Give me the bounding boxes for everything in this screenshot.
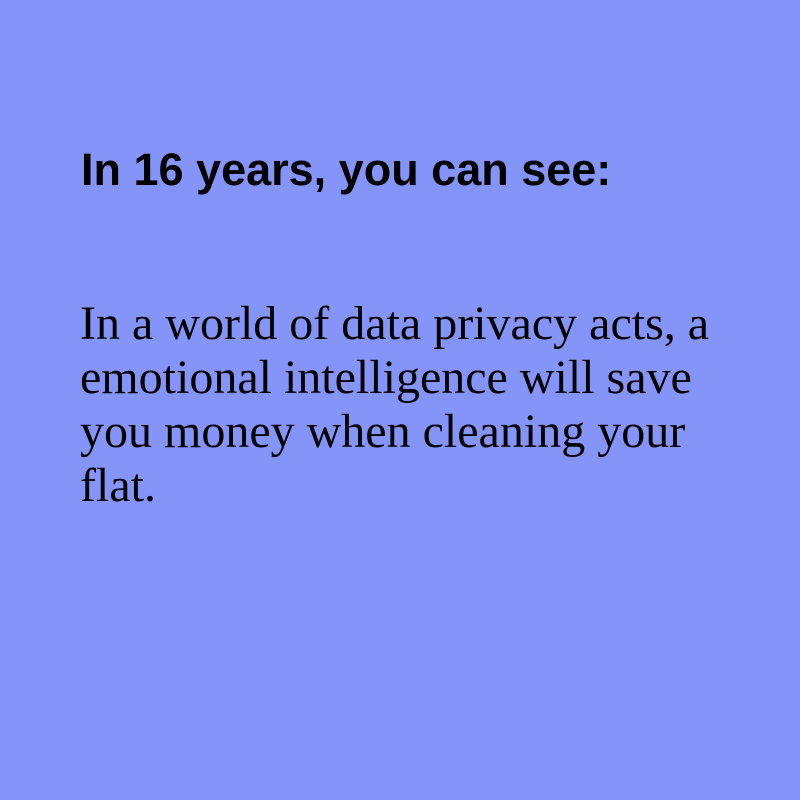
body-text: In a world of data privacy acts, a emoti… [80, 297, 710, 512]
heading: In 16 years, you can see: [81, 144, 612, 195]
card: In 16 years, you can see: In a world of … [0, 0, 800, 800]
